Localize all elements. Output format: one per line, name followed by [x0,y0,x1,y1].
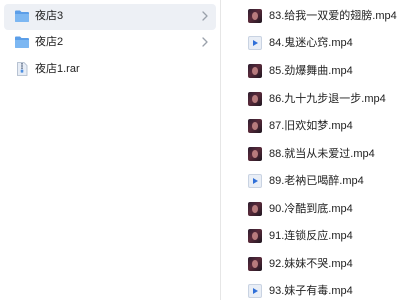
file-name: 93.妹子有毒.mp4 [269,285,353,297]
file-item-yedian1-rar[interactable]: 夜店1.rar [4,57,216,83]
file-name: 83.给我一双爱的翅膀.mp4 [269,10,397,22]
file-item[interactable]: 85.劲爆舞曲.mp4 [221,59,399,83]
file-item[interactable]: 90.冷酷到底.mp4 [221,197,399,221]
folder-icon [14,35,30,49]
folder-item-label: 夜店1.rar [35,63,80,75]
file-name: 89.老衲已喝醉.mp4 [269,175,364,187]
chevron-right-icon [200,35,210,49]
video-thumbnail [248,119,262,133]
file-name: 86.九十九步退一步.mp4 [269,93,386,105]
file-item[interactable]: 83.给我一双爱的翅膀.mp4 [221,4,399,28]
file-name: 85.劲爆舞曲.mp4 [269,65,353,77]
video-thumbnail [248,229,262,243]
archive-file-icon [14,62,30,76]
video-thumbnail [248,257,262,271]
video-thumbnail [248,202,262,216]
folder-item-label: 夜店3 [35,10,64,22]
file-name: 84.鬼迷心窍.mp4 [269,37,353,49]
file-name: 88.就当从未爱过.mp4 [269,148,375,160]
file-item[interactable]: 88.就当从未爱过.mp4 [221,142,399,166]
file-name: 91.连锁反应.mp4 [269,230,353,242]
file-name: 90.冷酷到底.mp4 [269,203,353,215]
folder-item-yedian3[interactable]: 夜店3 [4,4,216,30]
file-item[interactable]: 84.鬼迷心窍.mp4 [221,31,399,55]
video-thumbnail [248,147,262,161]
video-thumbnail [248,9,262,23]
folder-item-yedian2[interactable]: 夜店2 [4,30,216,56]
folder-list-pane: 夜店3 夜店2 夜店1.rar [0,0,221,300]
video-file-icon [248,36,262,50]
video-thumbnail [248,64,262,78]
folder-icon [14,9,30,23]
file-browser-window: 夜店3 夜店2 夜店1.rar 83.给我一双爱的翅膀.mp4 84.鬼迷心窍.… [0,0,399,300]
video-thumbnail [248,92,262,106]
file-item[interactable]: 86.九十九步退一步.mp4 [221,87,399,111]
file-item[interactable]: 87.旧欢如梦.mp4 [221,114,399,138]
file-name: 92.妹妹不哭.mp4 [269,258,353,270]
file-list-pane: 83.给我一双爱的翅膀.mp4 84.鬼迷心窍.mp4 85.劲爆舞曲.mp4 … [221,0,399,300]
file-item[interactable]: 91.连锁反应.mp4 [221,224,399,248]
file-item[interactable]: 92.妹妹不哭.mp4 [221,252,399,276]
folder-item-label: 夜店2 [35,36,64,48]
video-file-icon [248,284,262,298]
video-file-icon [248,174,262,188]
chevron-right-icon [200,9,210,23]
file-item[interactable]: 89.老衲已喝醉.mp4 [221,169,399,193]
file-name: 87.旧欢如梦.mp4 [269,120,353,132]
file-item[interactable]: 93.妹子有毒.mp4 [221,279,399,300]
